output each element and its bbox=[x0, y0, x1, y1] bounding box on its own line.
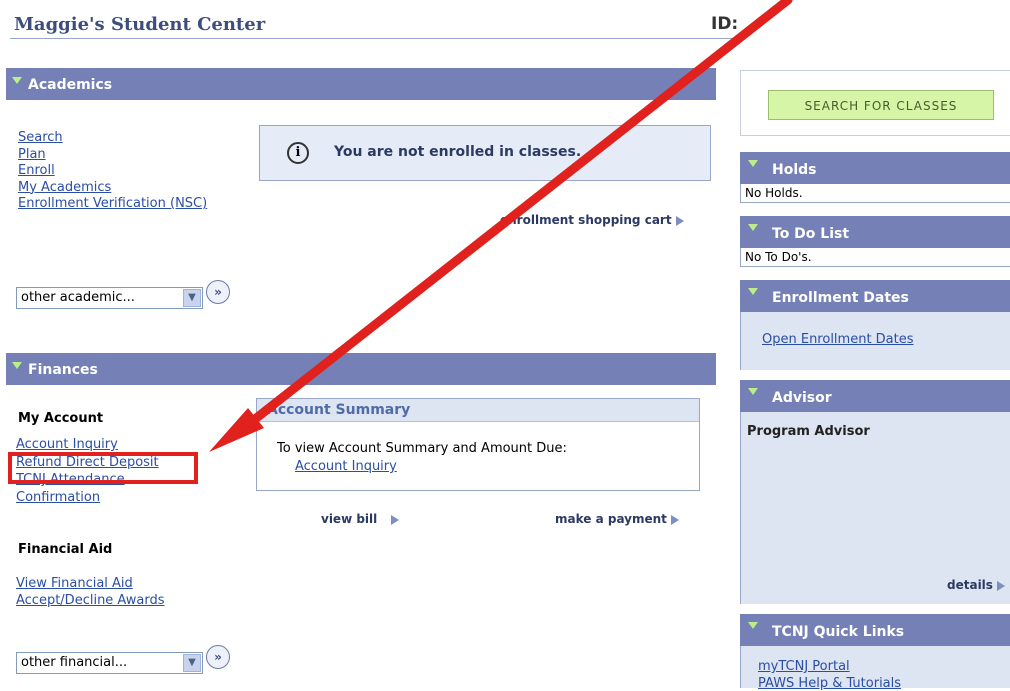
annotation-arrow-icon bbox=[209, 0, 793, 452]
